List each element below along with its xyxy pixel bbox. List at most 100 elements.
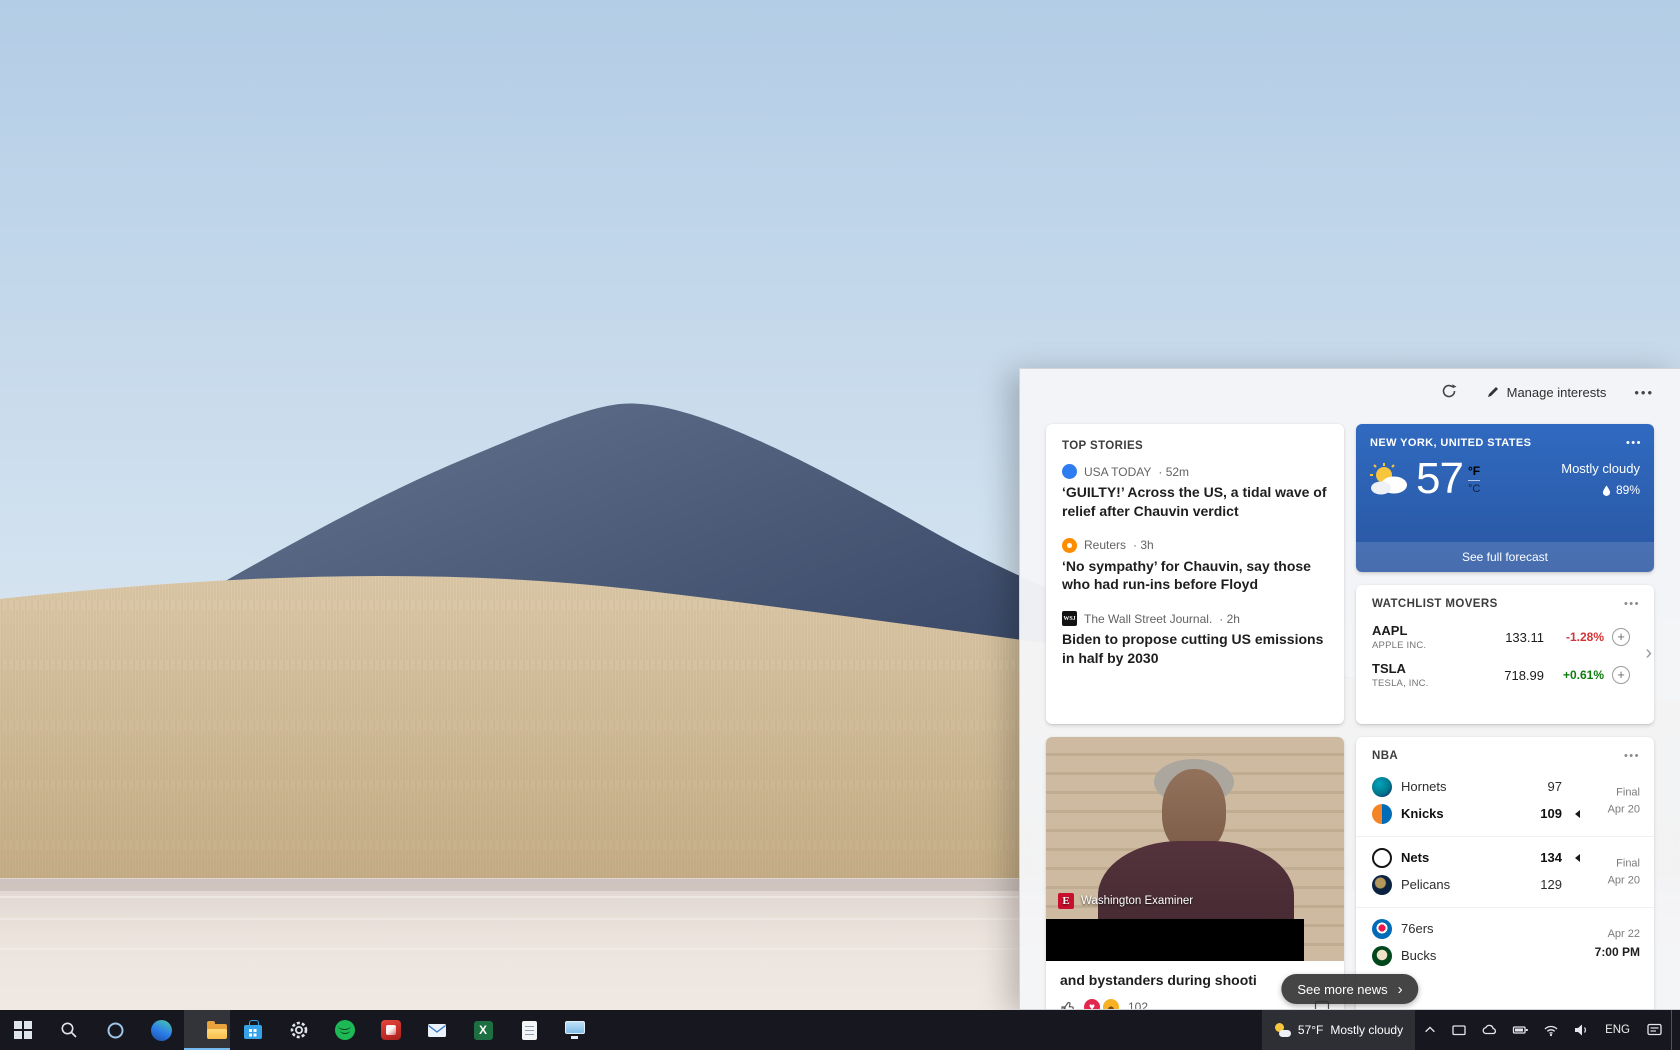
knicks-logo <box>1372 804 1392 824</box>
mail-button[interactable] <box>414 1010 460 1050</box>
add-to-watchlist-button[interactable] <box>1612 628 1630 646</box>
weather-temperature: 57 <box>1416 457 1463 501</box>
weather-location: NEW YORK, UNITED STATES <box>1370 437 1531 449</box>
news-and-interests-panel: Manage interests TOP STORIES USA TODAY 5… <box>1019 368 1680 1010</box>
team-name: 76ers <box>1401 921 1580 936</box>
red-app-icon <box>381 1020 401 1040</box>
watchlist-options-button[interactable] <box>1624 598 1640 610</box>
onedrive-tray-button[interactable] <box>1475 1010 1504 1050</box>
celsius-toggle[interactable]: °C <box>1468 483 1480 495</box>
fahrenheit-toggle[interactable]: °F <box>1468 464 1480 481</box>
search-button[interactable] <box>46 1010 92 1050</box>
story-source: USA TODAY <box>1084 465 1151 479</box>
nba-game-row[interactable]: Nets 134 Pelicans 129 Final Apr 20 <box>1356 836 1654 907</box>
stock-symbol: TSLA <box>1372 661 1460 676</box>
story-link[interactable]: Reuters 3h ‘No sympathy’ for Chauvin, sa… <box>1062 538 1328 595</box>
game-date: Apr 20 <box>1608 801 1640 818</box>
team-name: Nets <box>1401 850 1527 865</box>
show-desktop-button[interactable] <box>1671 1010 1676 1050</box>
desktop: Manage interests TOP STORIES USA TODAY 5… <box>0 0 1680 1050</box>
chevron-right-icon <box>1398 981 1403 998</box>
taskbar: 57°F Mostly cloudy <box>0 1010 1680 1050</box>
team-score: 134 <box>1536 850 1562 865</box>
manage-interests-button[interactable]: Manage interests <box>1486 385 1607 400</box>
refresh-button[interactable] <box>1440 382 1458 403</box>
edge-icon <box>151 1020 172 1041</box>
team-score: 97 <box>1536 779 1562 794</box>
file-explorer-button[interactable] <box>184 1010 230 1050</box>
notepad-icon <box>522 1021 537 1040</box>
battery-icon <box>1512 1022 1529 1038</box>
display-app-button[interactable] <box>552 1010 598 1050</box>
stock-company: APPLE INC. <box>1372 640 1460 651</box>
wow-reaction-icon[interactable] <box>1103 999 1119 1010</box>
panel-more-options-button[interactable] <box>1634 385 1654 400</box>
settings-button[interactable] <box>276 1010 322 1050</box>
wsj-logo: WSJ <box>1062 611 1077 626</box>
start-button[interactable] <box>0 1010 46 1050</box>
language-indicator[interactable]: ENG <box>1597 1024 1638 1036</box>
edge-button[interactable] <box>138 1010 184 1050</box>
chevron-up-icon <box>1423 1023 1437 1037</box>
like-icon[interactable] <box>1060 1000 1075 1011</box>
network-tray-button[interactable] <box>1537 1010 1565 1050</box>
nba-scores-card: NBA Hornets 97 Knicks 109 Final <box>1356 737 1654 1010</box>
usa-today-logo <box>1062 464 1077 479</box>
taskbar-spacer <box>598 1010 1262 1050</box>
taskbar-weather-icon <box>1274 1023 1291 1037</box>
story-source: Reuters <box>1084 538 1126 552</box>
refresh-icon <box>1440 382 1458 400</box>
speaker-icon <box>1573 1022 1589 1038</box>
system-tray: 57°F Mostly cloudy <box>1262 1010 1680 1050</box>
tablet-tray-button[interactable] <box>1445 1010 1473 1050</box>
team-score: 129 <box>1536 877 1562 892</box>
team-name: Knicks <box>1401 806 1527 821</box>
nba-title: NBA <box>1372 750 1398 762</box>
story-time: 2h <box>1219 612 1240 626</box>
manage-interests-label: Manage interests <box>1507 385 1607 400</box>
microsoft-store-button[interactable] <box>230 1010 276 1050</box>
notepad-button[interactable] <box>506 1010 552 1050</box>
nba-options-button[interactable] <box>1624 750 1640 762</box>
video-story-card: E Washington Examiner and bystanders dur… <box>1046 737 1344 1010</box>
volume-tray-button[interactable] <box>1567 1010 1595 1050</box>
pelicans-logo <box>1372 875 1392 895</box>
stock-change: +0.61% <box>1544 668 1604 682</box>
stock-row-tsla[interactable]: TSLA TESLA, INC. 718.99 +0.61% <box>1356 656 1654 694</box>
windows-logo-icon <box>14 1021 32 1039</box>
see-more-news-button[interactable]: See more news <box>1281 974 1418 1004</box>
stock-row-aapl[interactable]: AAPL APPLE INC. 133.11 -1.28% <box>1356 618 1654 656</box>
stock-price: 133.11 <box>1460 630 1544 645</box>
see-full-forecast-button[interactable]: See full forecast <box>1356 542 1654 572</box>
team-score: 109 <box>1536 806 1562 821</box>
mail-envelope-icon <box>427 1022 447 1039</box>
heart-reaction-icon[interactable] <box>1084 999 1100 1010</box>
red-app-button[interactable] <box>368 1010 414 1050</box>
game-status: Final <box>1608 856 1640 873</box>
story-link[interactable]: WSJ The Wall Street Journal. 2h Biden to… <box>1062 611 1328 668</box>
nets-logo <box>1372 848 1392 868</box>
video-thumbnail[interactable]: E Washington Examiner <box>1046 737 1344 961</box>
add-to-watchlist-button[interactable] <box>1612 666 1630 684</box>
panel-header: Manage interests <box>1440 379 1654 405</box>
cortana-button[interactable] <box>92 1010 138 1050</box>
news-and-interests-button[interactable]: 57°F Mostly cloudy <box>1262 1010 1415 1050</box>
watchlist-next-arrow[interactable] <box>1645 643 1652 663</box>
battery-tray-button[interactable] <box>1506 1010 1535 1050</box>
nba-game-row[interactable]: 76ers Bucks Apr 22 7:00 PM <box>1356 907 1654 978</box>
x-app-icon <box>474 1021 493 1040</box>
nba-game-row[interactable]: Hornets 97 Knicks 109 Final Apr 20 <box>1356 766 1654 836</box>
action-center-button[interactable] <box>1640 1010 1669 1050</box>
green-app-button[interactable] <box>322 1010 368 1050</box>
story-headline: ‘GUILTY!’ Across the US, a tidal wave of… <box>1062 483 1328 521</box>
wifi-icon <box>1543 1022 1559 1038</box>
watchlist-title: WATCHLIST MOVERS <box>1372 598 1498 610</box>
hidden-icons-button[interactable] <box>1417 1010 1443 1050</box>
watchlist-movers-card: WATCHLIST MOVERS AAPL APPLE INC. 133.11 … <box>1356 585 1654 724</box>
excel-like-app-button[interactable] <box>460 1010 506 1050</box>
green-app-icon <box>335 1020 355 1040</box>
taskbar-temp: 57°F <box>1298 1023 1323 1037</box>
weather-card-options-button[interactable] <box>1626 437 1642 449</box>
winner-arrow-icon <box>1575 854 1580 862</box>
story-link[interactable]: USA TODAY 52m ‘GUILTY!’ Across the US, a… <box>1062 464 1328 521</box>
